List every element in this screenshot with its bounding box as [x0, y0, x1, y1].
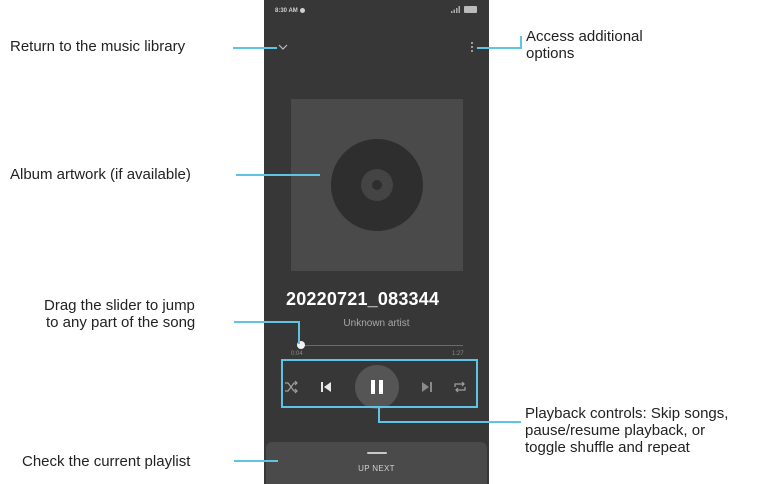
elapsed-time: 0:04 [291, 351, 303, 357]
phone-screen: 8:30 AM 20220721_083344 Unknown artist 0… [264, 0, 489, 484]
seek-bar[interactable] [301, 345, 463, 346]
battery-icon [464, 6, 477, 13]
callout-back: Return to the music library [10, 38, 186, 55]
callout-line-options-vertical [520, 36, 522, 49]
up-next-label: UP NEXT [358, 464, 395, 473]
callout-line-playlist [234, 460, 278, 462]
song-title: 20220721_083344 [286, 289, 440, 309]
playback-controls-highlight [281, 359, 478, 408]
up-next-panel[interactable]: UP NEXT [266, 442, 487, 484]
callout-controls-line1: Playback controls: Skip songs, [525, 405, 729, 422]
callout-line-artwork [236, 174, 320, 176]
callout-artwork: Album artwork (if available) [10, 166, 191, 183]
callout-controls-line2: pause/resume playback, or [525, 422, 706, 439]
signal-icon [451, 6, 460, 13]
status-bar-time: 8:30 AM [275, 8, 306, 15]
back-chevron-down-icon[interactable] [276, 40, 290, 54]
callout-slider-line2: to any part of the song [46, 314, 196, 331]
callout-controls-line3: toggle shuffle and repeat [525, 439, 690, 456]
notification-dot-icon [300, 8, 306, 13]
callout-line-options [477, 47, 520, 49]
more-options-icon[interactable] [467, 40, 477, 54]
callout-line-slider-vertical [298, 321, 300, 344]
status-time-label: 8:30 AM [275, 8, 298, 15]
vinyl-record-icon [331, 139, 423, 231]
total-duration: 1:27 [452, 351, 464, 357]
callout-options-line1: Access additional [526, 28, 643, 45]
callout-slider-line1: Drag the slider to jump [44, 297, 195, 314]
callout-line-back [233, 47, 277, 49]
drag-handle[interactable] [367, 452, 387, 454]
callout-options-line2: options [526, 45, 575, 62]
callout-line-slider [234, 321, 299, 323]
callout-playlist: Check the current playlist [22, 453, 191, 470]
status-bar-icons [451, 6, 477, 13]
callout-line-controls [378, 421, 521, 423]
album-artwork [291, 99, 463, 271]
